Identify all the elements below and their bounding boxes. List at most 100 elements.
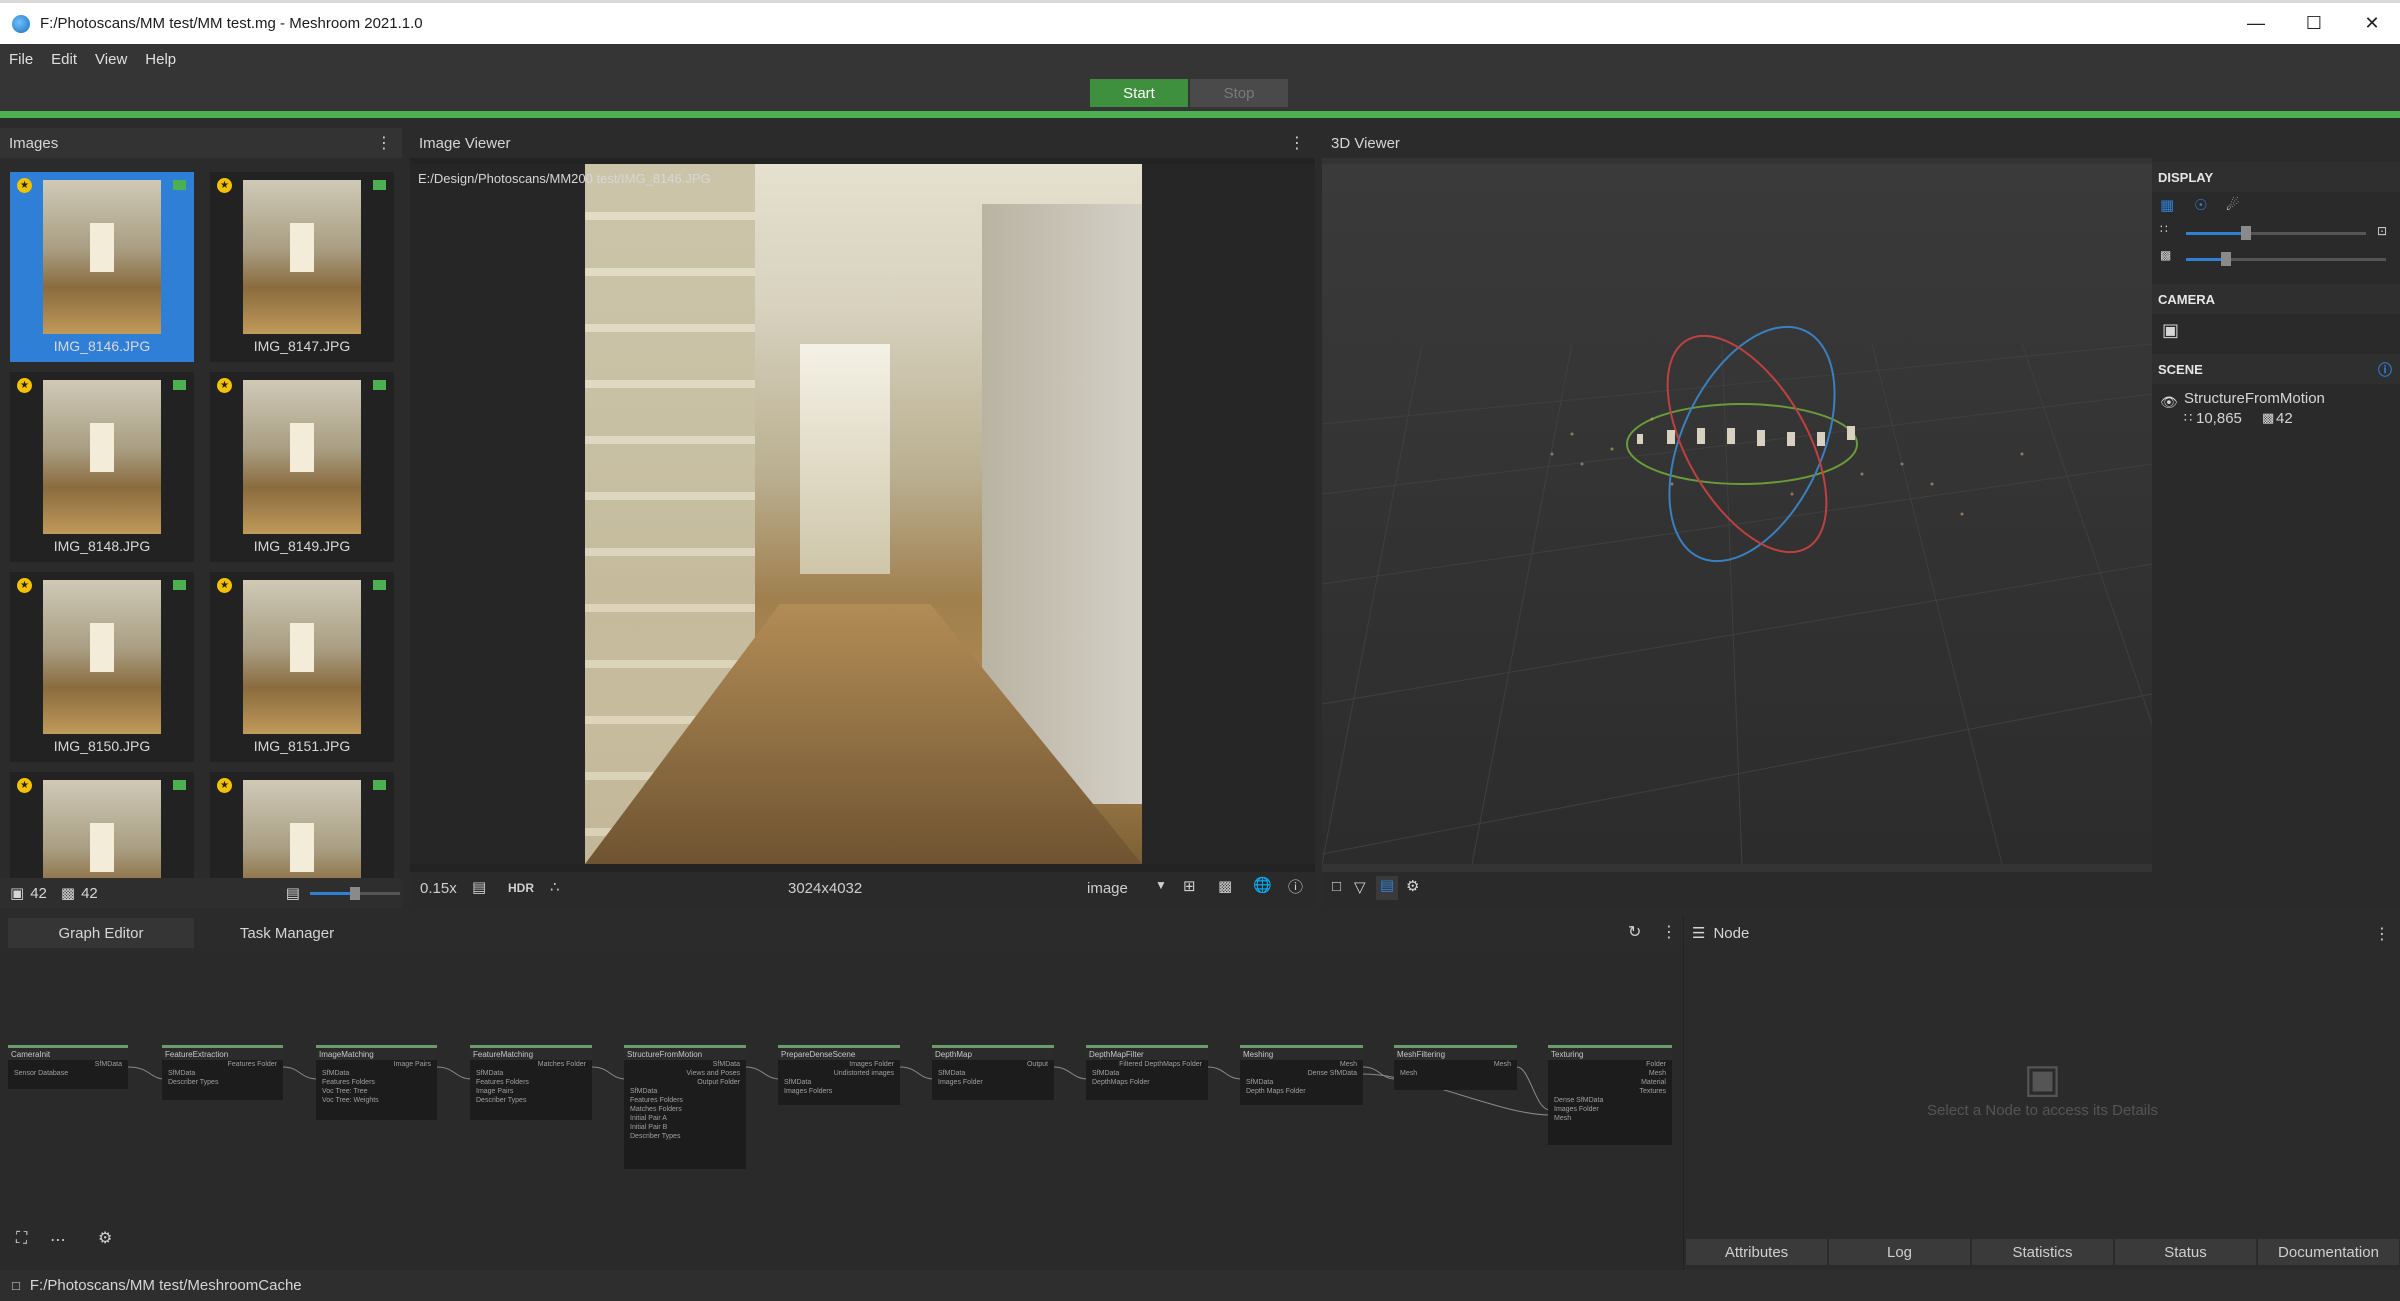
menu-edit[interactable]: Edit [42,51,86,68]
more-options-icon[interactable]: ⋮ [1661,922,1677,942]
node-port[interactable]: Initial Pair A [624,1114,746,1123]
layout-icon[interactable]: ⋯ [50,1230,66,1250]
node-port[interactable]: Image Pairs [316,1060,437,1069]
node-port[interactable]: Features Folder [162,1060,283,1069]
image-thumbnail[interactable]: ★ [210,772,394,878]
graph-node-preparedensescene[interactable]: PrepareDenseScene Images Folder Undistor… [778,1045,900,1105]
exposure-icon[interactable]: ▤ [472,878,486,896]
globe-icon[interactable]: 🌐 [1253,876,1272,894]
node-port[interactable]: Output Folder [624,1078,746,1087]
bounding-box-icon[interactable]: □ [1332,878,1341,895]
point-size-slider[interactable] [2186,226,2366,240]
node-port[interactable]: Matches Folder [470,1060,592,1069]
menu-help[interactable]: Help [136,51,185,68]
graph-editor-canvas[interactable]: CameraInit SfMData Sensor Database Featu… [0,950,1683,1270]
menu-view[interactable]: View [86,51,136,68]
image-thumbnail[interactable]: ★ IMG_8149.JPG [210,372,394,562]
node-port[interactable]: Voc Tree: Tree [316,1087,437,1096]
tab-documentation[interactable]: Documentation [2258,1239,2399,1265]
maximize-icon[interactable]: ☐ [2286,3,2342,44]
hdr-toggle[interactable]: HDR [508,881,534,895]
node-port[interactable]: Sensor Database [8,1069,128,1078]
node-port[interactable]: Images Folder [1548,1105,1672,1114]
node-port[interactable]: Mesh [1548,1114,1672,1123]
image-thumbnail[interactable]: ★ [10,772,194,878]
node-port[interactable]: Filtered DepthMaps Folder [1086,1060,1208,1069]
node-port[interactable]: Describer Types [162,1078,283,1087]
node-port[interactable]: Output [932,1060,1054,1069]
node-port[interactable]: Image Pairs [470,1087,592,1096]
menu-file[interactable]: File [0,51,42,68]
node-port[interactable]: SfMData [8,1060,128,1069]
node-port[interactable]: SfMData [1086,1069,1208,1078]
node-port[interactable]: Describer Types [624,1132,746,1141]
node-port[interactable]: Mesh [1394,1069,1517,1078]
image-mode-select[interactable]: image [1087,880,1128,897]
graph-node-meshfiltering[interactable]: MeshFiltering Mesh Mesh [1394,1045,1517,1090]
node-port[interactable]: Images Folder [932,1078,1054,1087]
node-port[interactable]: SfMData [778,1078,900,1087]
fit-view-icon[interactable]: ⛶ [16,1230,27,1248]
image-thumbnail[interactable]: ★ IMG_8151.JPG [210,572,394,762]
node-port[interactable]: SfMData [316,1069,437,1078]
node-port[interactable]: Mesh [1394,1060,1517,1069]
node-port[interactable]: Depth Maps Folder [1240,1087,1363,1096]
tab-statistics[interactable]: Statistics [1972,1239,2113,1265]
camera-scale-slider[interactable] [2186,252,2386,266]
node-port[interactable]: Folder [1548,1060,1672,1069]
node-port[interactable]: Matches Folders [624,1105,746,1114]
displayed-image[interactable] [585,164,1142,864]
settings-gear-icon[interactable]: ⚙ [1406,877,1419,895]
node-port[interactable]: Material [1548,1078,1672,1087]
tab-attributes[interactable]: Attributes [1686,1239,1827,1265]
node-port[interactable]: SfMData [470,1069,592,1078]
node-port[interactable]: SfMData [624,1060,746,1069]
info-icon[interactable]: ⓘ [2378,360,2392,380]
slider-handle[interactable] [2221,252,2231,266]
cache-path[interactable]: F:/Photoscans/MM test/MeshroomCache [30,1277,302,1294]
node-port[interactable]: Dense SfMData [1240,1069,1363,1078]
graph-node-depthmapfilter[interactable]: DepthMapFilter Filtered DepthMaps Folder… [1086,1045,1208,1100]
camera-frustum-icon[interactable]: ▽ [1354,878,1366,896]
node-port[interactable]: Features Folders [470,1078,592,1087]
origin-icon[interactable]: ☉ [2194,196,2207,214]
start-button[interactable]: Start [1090,79,1188,107]
node-port[interactable]: Views and Poses [624,1069,746,1078]
fit-icon[interactable]: ⊞ [1183,877,1196,895]
node-port[interactable]: Images Folders [778,1087,900,1096]
graph-node-camerainit[interactable]: CameraInit SfMData Sensor Database [8,1045,128,1089]
3d-scene-canvas[interactable] [1322,164,2152,864]
graph-node-texturing[interactable]: Texturing Folder Mesh Material Textures … [1548,1045,1672,1145]
scene-item[interactable]: 👁 StructureFromMotion ∷ 10,865 ▩ 42 [2152,384,2400,434]
node-port[interactable]: Features Folders [316,1078,437,1087]
node-port[interactable]: Dense SfMData [1548,1096,1672,1105]
node-port[interactable]: Initial Pair B [624,1123,746,1132]
info-icon[interactable]: ⓘ [1288,876,1303,897]
image-thumbnail[interactable]: ★ IMG_8148.JPG [10,372,194,562]
node-port[interactable]: Mesh [1548,1069,1672,1078]
stop-button[interactable]: Stop [1190,79,1288,107]
settings-gear-icon[interactable]: ⚙ [98,1228,112,1248]
graph-node-meshing[interactable]: Meshing Mesh Dense SfMData SfMData Depth… [1240,1045,1363,1105]
refresh-icon[interactable]: ↻ [1628,922,1641,942]
image-thumbnail[interactable]: ★ IMG_8146.JPG [10,172,194,362]
tab-status[interactable]: Status [2115,1239,2256,1265]
node-port[interactable]: Describer Types [470,1096,592,1105]
more-options-icon[interactable]: ⋮ [2374,924,2390,944]
features-icon[interactable]: ∴ [550,878,560,896]
slider-handle[interactable] [350,887,360,900]
node-port[interactable]: SfMData [932,1069,1054,1078]
more-options-icon[interactable]: ⋮ [376,133,392,153]
node-port[interactable]: SfMData [162,1069,283,1078]
more-options-icon[interactable]: ⋮ [1289,133,1305,153]
graph-node-structurefrommotion[interactable]: StructureFromMotion SfMData Views and Po… [624,1045,746,1169]
thumbnail-size-slider[interactable] [310,887,400,900]
fixed-size-icon[interactable]: ⊡ [2377,224,2387,238]
chevron-down-icon[interactable]: ▼ [1155,878,1167,892]
node-port[interactable]: Textures [1548,1087,1672,1096]
visibility-eye-icon[interactable]: 👁 [2160,394,2178,411]
close-icon[interactable]: ✕ [2344,3,2400,44]
tab-graph-editor[interactable]: Graph Editor [8,918,194,948]
tab-task-manager[interactable]: Task Manager [194,918,380,948]
grid-icon[interactable]: ▦ [2160,196,2174,214]
